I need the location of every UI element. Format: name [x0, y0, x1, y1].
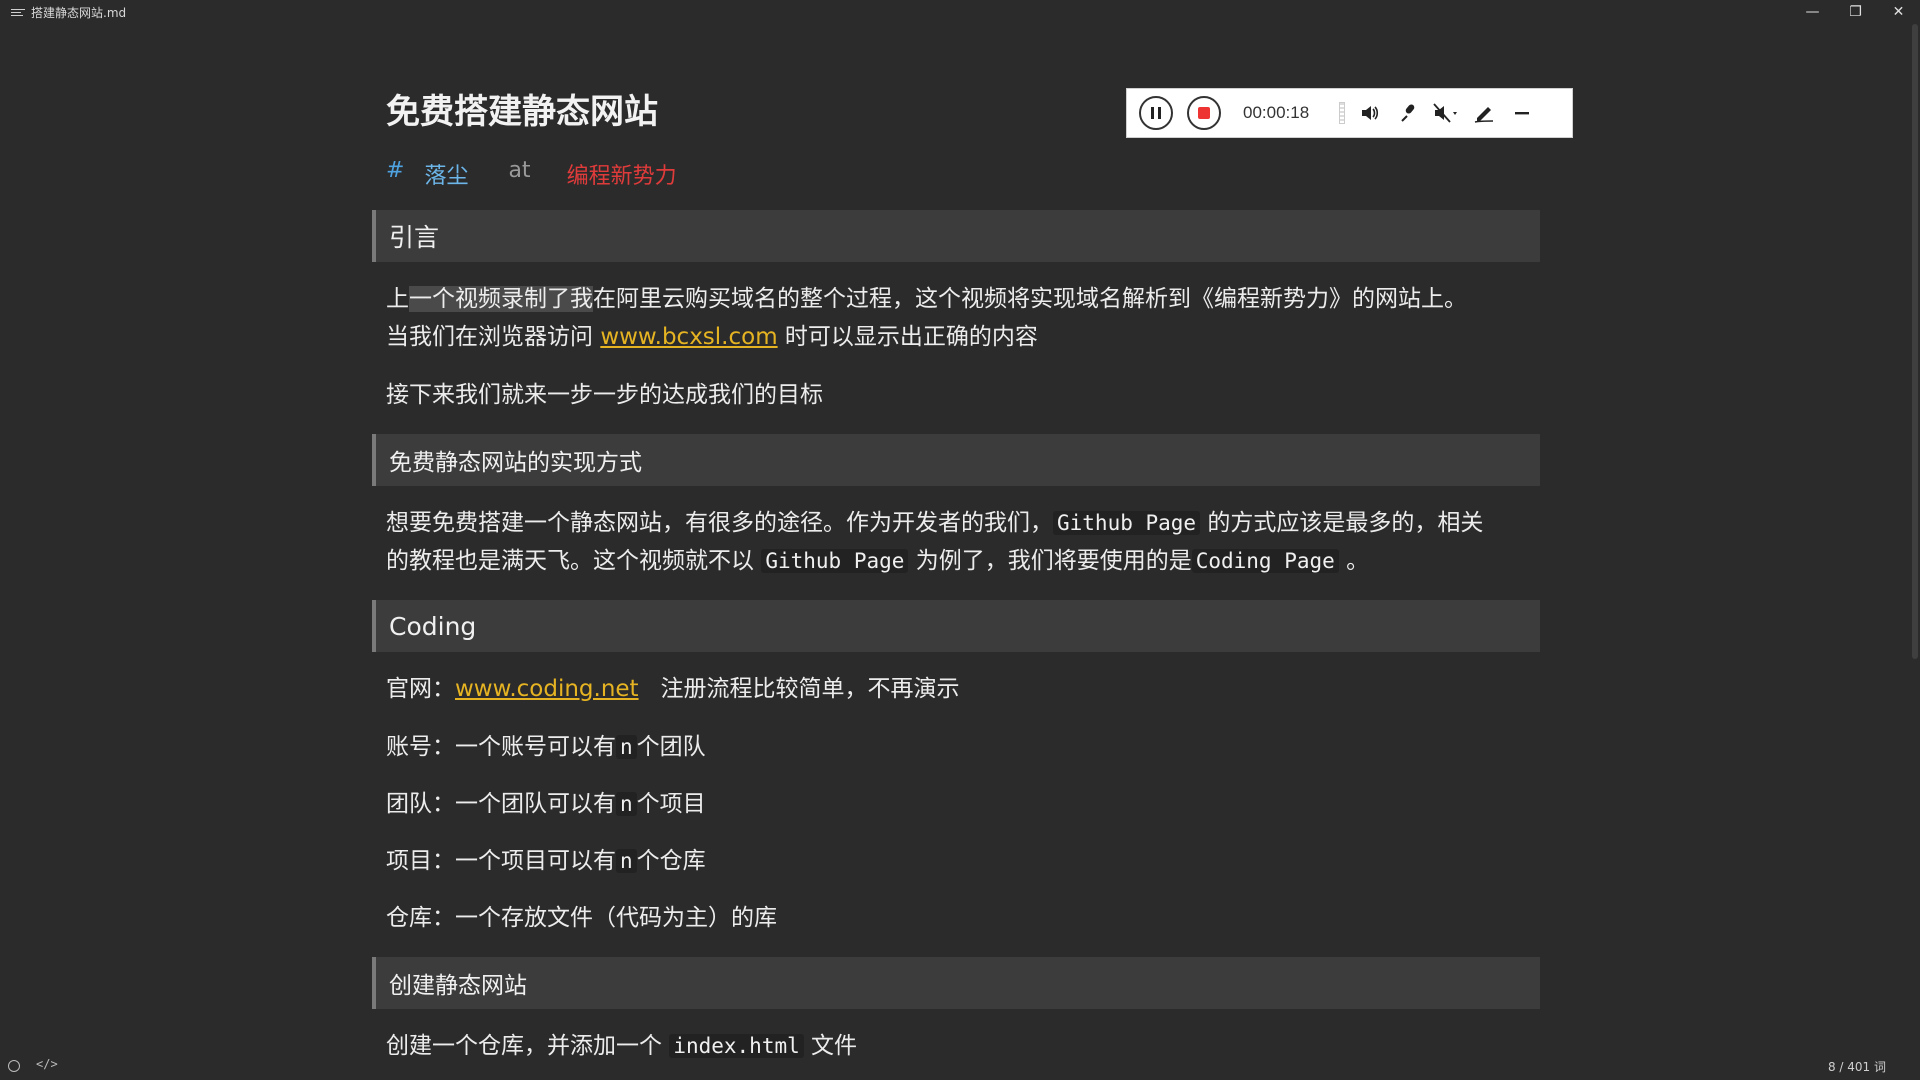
window-title: 搭建静态网站.md [31, 5, 127, 20]
intro-paragraph: 上一个视频录制了我在阿里云购买域名的整个过程，这个视频将实现域名解析到《编程新势… [386, 280, 1536, 356]
minimize-icon[interactable] [1509, 100, 1535, 126]
pause-button[interactable] [1139, 96, 1173, 130]
team-line: 团队：一个团队可以有 n 个项目 [386, 785, 1536, 823]
inline-code: Coding Page [1191, 549, 1339, 573]
text-span: 在阿里云购买域名的整个过程，这个视频将实现域名解析到《编程新势力》的网站上。 [593, 286, 1467, 312]
text-span: 的方式应该是最多的，相关 [1200, 510, 1484, 536]
pause-icon [1151, 107, 1161, 119]
sidebar-toggle-icon[interactable] [8, 1060, 20, 1072]
text-span: 注册流程比较简单，不再演示 [638, 676, 960, 702]
minimize-button[interactable]: — [1791, 0, 1834, 24]
author-name: 落尘 [424, 164, 469, 189]
text-span: 官网： [386, 676, 455, 702]
text-span: 个项目 [636, 791, 706, 817]
window-controls: — ❐ ✕ [1791, 0, 1920, 24]
official-site-line: 官网：www.coding.net 注册流程比较简单，不再演示 [386, 670, 1536, 708]
implementation-paragraph: 想要免费搭建一个静态网站，有很多的途径。作为开发者的我们， Github Page… [386, 504, 1536, 580]
text-span: 。 [1338, 548, 1370, 574]
text-span: 个仓库 [636, 848, 706, 874]
byline-at: at [508, 158, 531, 183]
text-span: 的教程也是满天飞。这个视频就不以 [386, 548, 762, 574]
bcxsl-link[interactable]: www.bcxsl.com [600, 324, 777, 350]
stop-button[interactable] [1187, 96, 1221, 130]
stop-icon [1198, 107, 1210, 119]
screen-recorder-toolbar: 00:00:18 [1126, 88, 1573, 138]
heading-intro: 引言 [372, 210, 1540, 262]
close-button[interactable]: ✕ [1877, 0, 1920, 24]
inline-code: n [616, 849, 637, 873]
byline: # 落尘 at 编程新势力 [386, 158, 677, 190]
project-line: 项目：一个项目可以有 n 个仓库 [386, 842, 1536, 880]
mute-dropdown-icon[interactable] [1433, 100, 1459, 126]
scrollbar[interactable] [1912, 24, 1918, 659]
pen-icon[interactable] [1471, 100, 1497, 126]
inline-code: Github Page [1053, 511, 1201, 535]
heading-hash: # [386, 158, 405, 183]
heading-coding: Coding [372, 600, 1540, 652]
text-span: 账号：一个账号可以有 [386, 734, 616, 760]
inline-code: Github Page [761, 549, 909, 573]
restore-button[interactable]: ❐ [1834, 0, 1877, 24]
inline-code: n [616, 792, 637, 816]
text-span: 团队：一个团队可以有 [386, 791, 616, 817]
text-span: 当我们在浏览器访问 [386, 324, 601, 350]
text-span: 个团队 [636, 734, 706, 760]
text-span: 项目：一个项目可以有 [386, 848, 616, 874]
page-title: 免费搭建静态网站 [386, 92, 658, 132]
menu-icon[interactable] [11, 8, 25, 16]
selected-text: 一个视频录制了我 [409, 286, 593, 312]
text-span: 想要免费搭建一个静态网站，有很多的途径。作为开发者的我们， [386, 510, 1053, 536]
word-count[interactable]: 8 / 401 词 [1828, 1058, 1886, 1075]
status-bar: </> 8 / 401 词 [0, 1052, 1920, 1080]
intro-next-paragraph: 接下来我们就来一步一步的达成我们的目标 [386, 382, 823, 408]
organization-name: 编程新势力 [566, 164, 677, 189]
title-bar: 搭建静态网站.md — ❐ ✕ [0, 0, 1920, 24]
inline-code: n [616, 735, 637, 759]
source-mode-icon[interactable]: </> [36, 1057, 58, 1071]
heading-create-site: 创建静态网站 [372, 957, 1540, 1009]
heading-implementation: 免费静态网站的实现方式 [372, 434, 1540, 486]
recording-timer: 00:00:18 [1243, 103, 1310, 122]
microphone-icon[interactable] [1395, 100, 1421, 126]
volume-icon[interactable] [1357, 100, 1383, 126]
coding-link[interactable]: www.coding.net [455, 676, 639, 702]
repository-line: 仓库：一个存放文件（代码为主）的库 [386, 905, 777, 931]
account-line: 账号：一个账号可以有 n 个团队 [386, 728, 1536, 766]
text-span: 时可以显示出正确的内容 [777, 324, 1038, 350]
audio-level-meter [1339, 102, 1346, 124]
text-span: 为例了，我们将要使用的是 [908, 548, 1192, 574]
text-span: 上 [386, 286, 409, 312]
